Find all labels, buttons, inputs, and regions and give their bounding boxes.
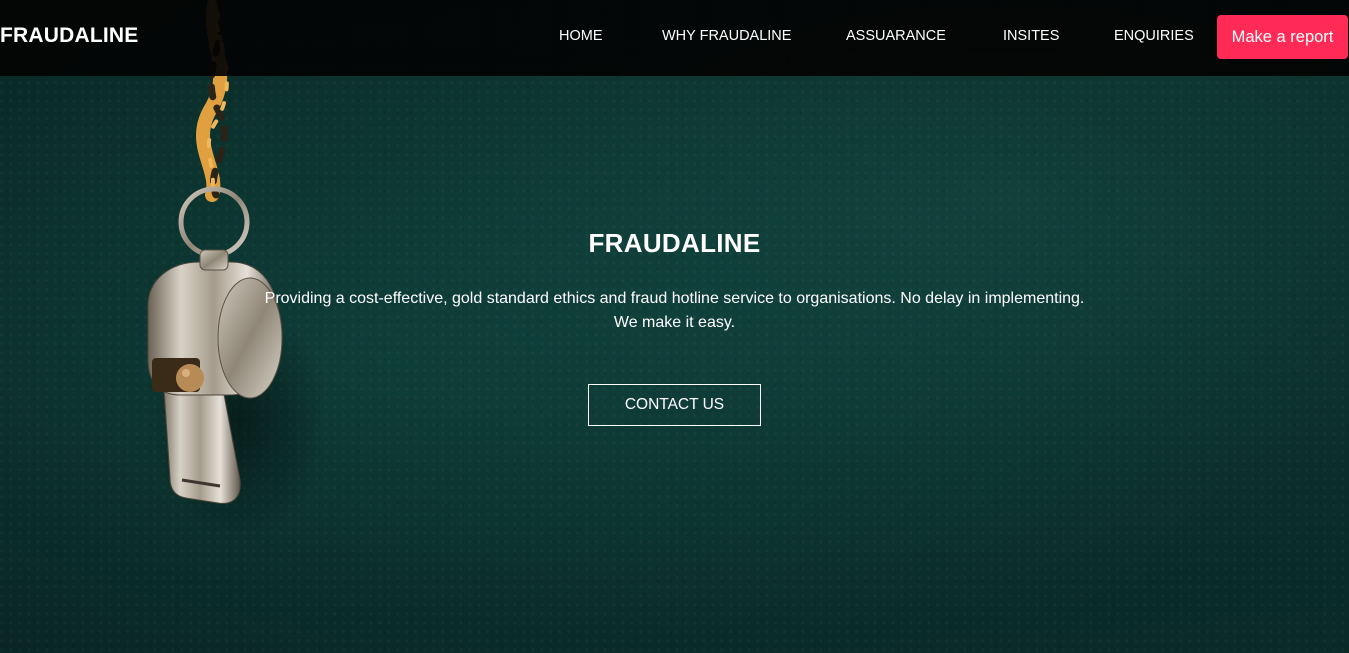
nav-link-insites[interactable]: INSITES <box>1003 28 1059 44</box>
top-navbar: FRAUDALINE HOME WHY FRAUDALINE ASSUARANC… <box>0 0 1349 76</box>
hero-title: FRAUDALINE <box>588 228 761 258</box>
whistle-image <box>147 0 320 530</box>
hero-subtitle: Providing a cost-effective, gold standar… <box>264 290 1085 331</box>
nav-link-home[interactable]: HOME <box>559 28 603 44</box>
contact-us-button[interactable]: CONTACT US <box>588 384 761 426</box>
make-a-report-button[interactable]: Make a report <box>1217 15 1348 59</box>
nav-link-why-fraudaline[interactable]: WHY FRAUDALINE <box>662 28 791 44</box>
site-logo[interactable]: FRAUDALINE <box>0 24 139 48</box>
hero-section: FRAUDALINE HOME WHY FRAUDALINE ASSUARANC… <box>0 0 1349 653</box>
nav-link-assuarance[interactable]: ASSUARANCE <box>846 28 946 44</box>
nav-link-enquiries[interactable]: ENQUIRIES <box>1114 28 1194 44</box>
